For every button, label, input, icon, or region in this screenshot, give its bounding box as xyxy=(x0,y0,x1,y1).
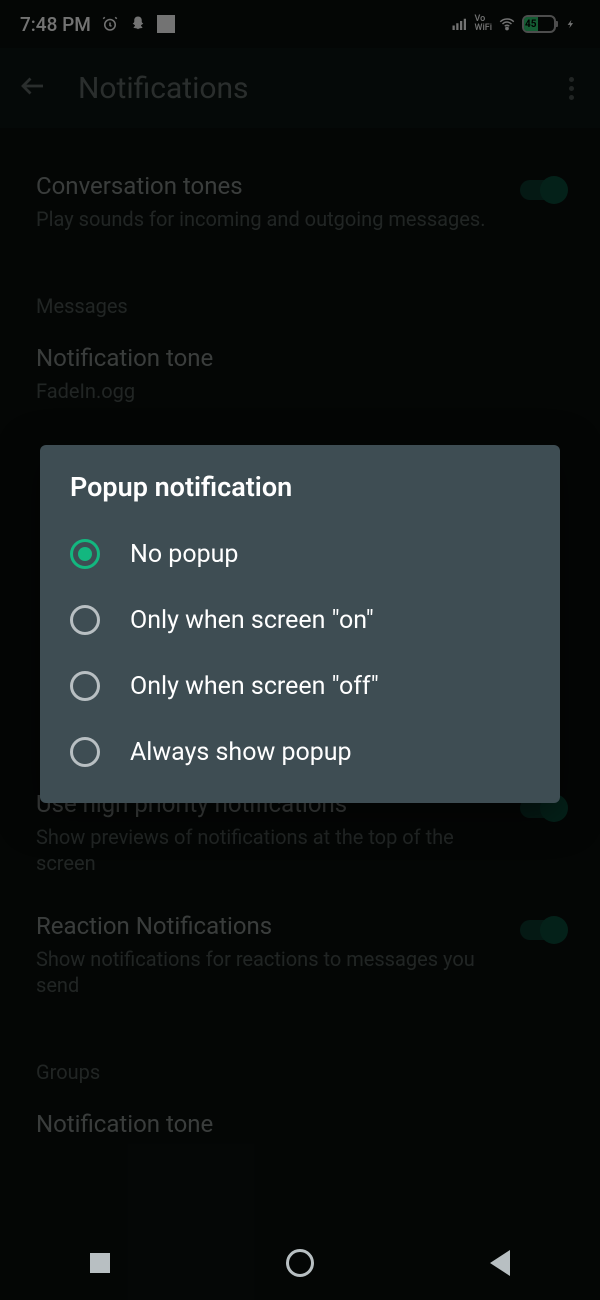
radio-icon xyxy=(70,737,100,767)
radio-label: Only when screen "on" xyxy=(130,606,374,635)
radio-option-no-popup[interactable]: No popup xyxy=(40,521,560,587)
radio-label: Only when screen "off" xyxy=(130,672,379,701)
dialog-title: Popup notification xyxy=(40,471,560,521)
popup-notification-dialog: Popup notification No popup Only when sc… xyxy=(40,445,560,803)
radio-label: No popup xyxy=(130,540,238,569)
nav-home-button[interactable] xyxy=(285,1248,315,1278)
system-nav-bar xyxy=(0,1226,600,1300)
radio-icon xyxy=(70,605,100,635)
radio-icon xyxy=(70,671,100,701)
nav-recent-button[interactable] xyxy=(85,1248,115,1278)
radio-option-screen-on[interactable]: Only when screen "on" xyxy=(40,587,560,653)
radio-icon xyxy=(70,539,100,569)
radio-option-always[interactable]: Always show popup xyxy=(40,719,560,785)
radio-option-screen-off[interactable]: Only when screen "off" xyxy=(40,653,560,719)
radio-label: Always show popup xyxy=(130,738,352,767)
nav-back-button[interactable] xyxy=(485,1248,515,1278)
